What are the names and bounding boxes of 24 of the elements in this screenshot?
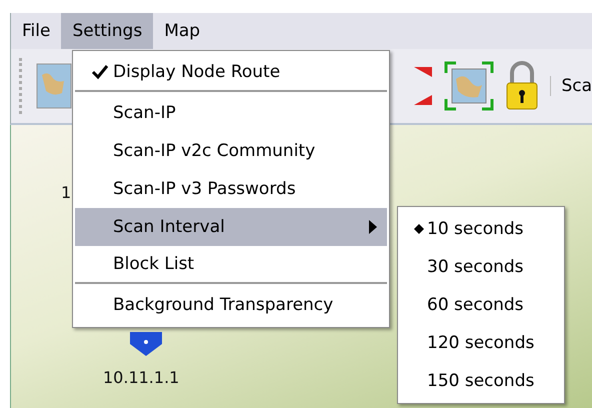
menu-item[interactable]: 30 seconds [400, 248, 562, 286]
padlock-icon[interactable] [504, 61, 540, 111]
menu-item[interactable]: Scan-IP [75, 94, 387, 132]
menu-item[interactable]: Background Transparency [75, 286, 387, 324]
menu-item[interactable]: 60 seconds [400, 286, 562, 324]
menu-item[interactable]: 150 seconds [400, 362, 562, 400]
world-map-icon[interactable] [36, 63, 72, 109]
submenu-arrow-icon [369, 220, 377, 234]
menu-item[interactable]: Block List [75, 246, 387, 284]
checkmark-icon [91, 64, 109, 80]
menu-item[interactable]: 10 seconds [400, 210, 562, 248]
menu-title[interactable]: Map [153, 13, 212, 49]
menu-title[interactable]: File [11, 13, 62, 49]
pin-icon [129, 332, 163, 358]
node-label: 10.11.1.1 [103, 368, 180, 387]
toolbar-label: Sca [550, 76, 592, 96]
map-fit-icon[interactable] [444, 61, 494, 111]
menu-item[interactable]: Scan Interval [75, 208, 387, 246]
node-label: 1 [61, 183, 72, 202]
menu-item[interactable]: Scan-IP v3 Passwords [75, 170, 387, 208]
menu-item[interactable]: Scan-IP v2c Community [75, 132, 387, 170]
menu-item[interactable]: Display Node Route [75, 54, 387, 92]
menu-title[interactable]: Settings [61, 13, 154, 49]
menu-item[interactable]: 120 seconds [400, 324, 562, 362]
